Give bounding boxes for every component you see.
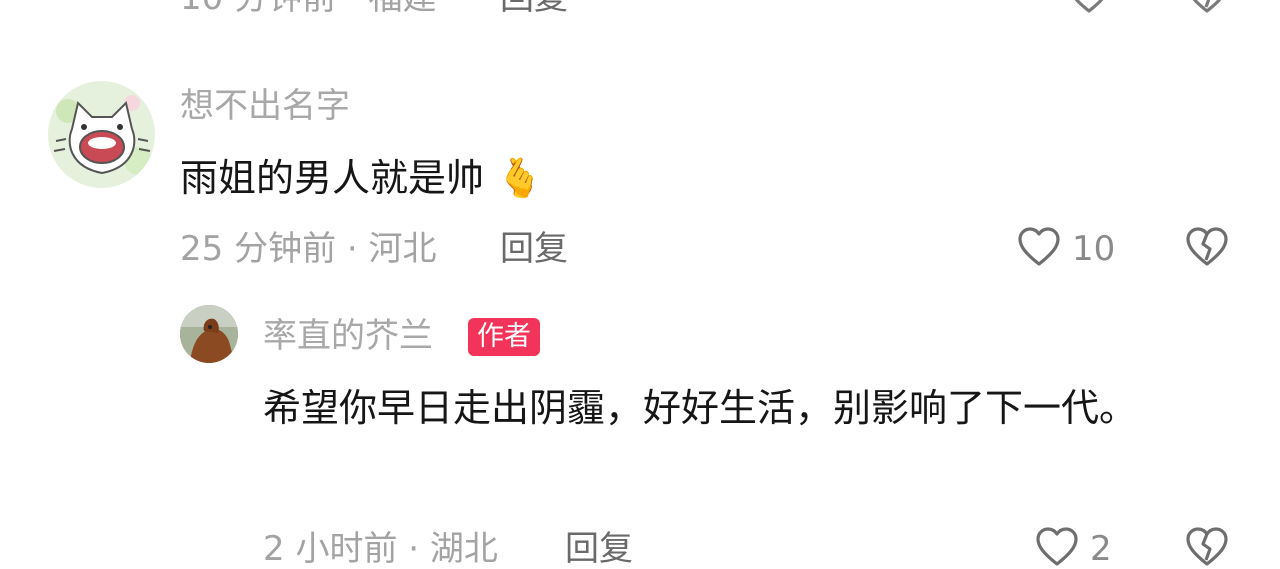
comment-text-row: 雨姐的男人就是帅 🫰 xyxy=(180,140,543,216)
reply-like-icon[interactable] xyxy=(1035,527,1079,567)
top-like-icon[interactable] xyxy=(1067,0,1111,14)
comment-meta: 25 分钟前 · 河北 xyxy=(180,229,437,269)
reply-reply-button[interactable]: 回复 xyxy=(565,529,633,569)
reply-avatar[interactable] xyxy=(180,305,238,363)
author-badge: 作者 xyxy=(468,318,540,356)
reply-text: 希望你早日走出阴霾，好好生活，别影响了下一代。 xyxy=(263,386,1138,430)
avatar[interactable] xyxy=(48,81,155,188)
top-dislike-icon[interactable] xyxy=(1185,0,1229,14)
like-icon[interactable] xyxy=(1017,227,1061,267)
top-comment-reply-button[interactable]: 回复 xyxy=(500,0,568,18)
comment-reply-button[interactable]: 回复 xyxy=(500,229,568,269)
comment-text: 雨姐的男人就是帅 xyxy=(180,156,485,200)
dislike-icon[interactable] xyxy=(1185,227,1229,267)
reply-dislike-icon[interactable] xyxy=(1185,527,1229,567)
finger-heart-emoji: 🫰 xyxy=(496,156,544,200)
reply-like-count: 2 xyxy=(1090,529,1112,569)
like-count: 10 xyxy=(1072,229,1116,269)
reply-meta: 2 小时前 · 湖北 xyxy=(263,529,498,569)
reply-username[interactable]: 率直的芥兰 xyxy=(263,316,433,356)
comment-username[interactable]: 想不出名字 xyxy=(180,86,350,126)
top-comment-meta: 10 分钟前 · 福建 xyxy=(180,0,437,18)
